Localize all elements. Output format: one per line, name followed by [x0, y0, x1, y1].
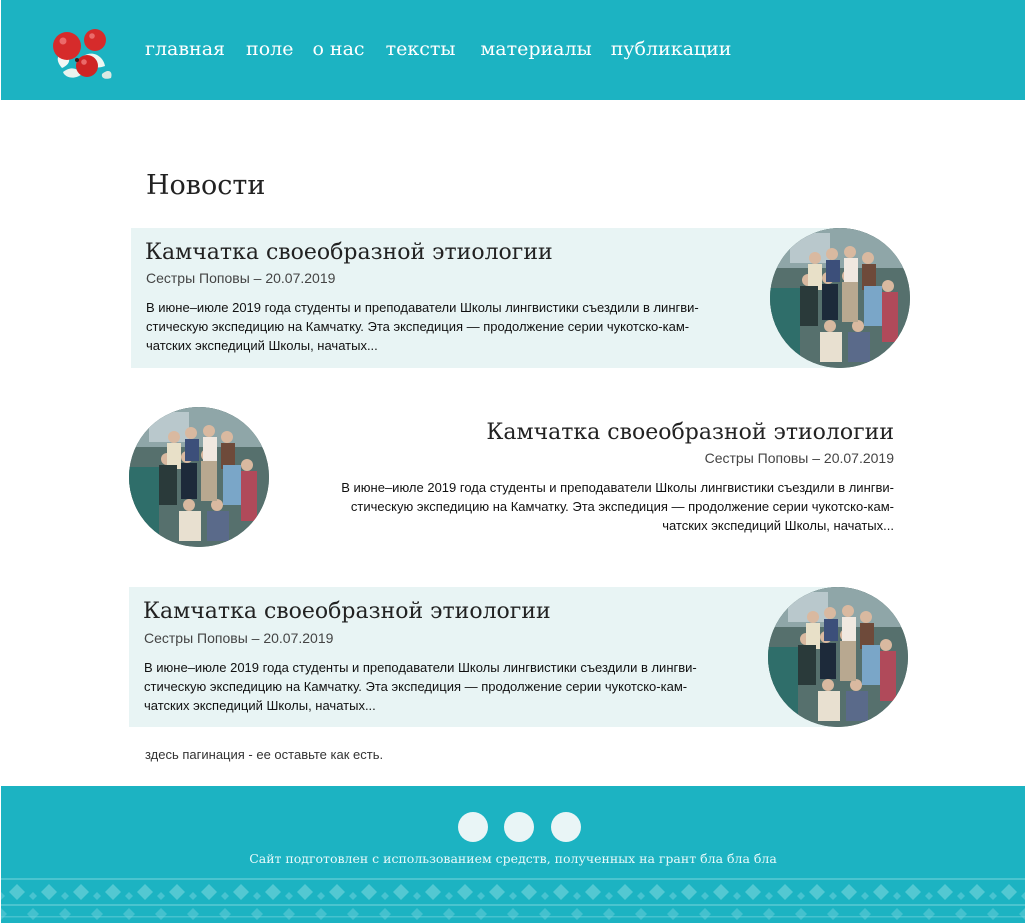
excerpt-line: В июне–июле 2019 года студенты и препода…	[341, 480, 894, 495]
news-meta: Сестры Поповы – 20.07.2019	[144, 630, 334, 646]
news-meta: Сестры Поповы – 20.07.2019	[704, 450, 894, 466]
site-header: главная поле о нас тексты материалы публ…	[1, 0, 1025, 100]
news-meta: Сестры Поповы – 20.07.2019	[146, 270, 336, 286]
news-card[interactable]: Камчатка своеобразной этиологии Сестры П…	[290, 407, 894, 547]
excerpt-line: стическую экспедицию на Камчатку. Эта эк…	[350, 499, 894, 514]
nav-item-about[interactable]: о нас	[312, 38, 364, 60]
excerpt-line: чатских экспедиций Школы, начатых...	[662, 518, 894, 533]
ornament-pattern-icon	[1, 878, 1025, 923]
excerpt-line: чатских экспедиций Школы, начатых...	[144, 698, 376, 713]
excerpt-line: чатских экспедиций Школы, начатых...	[146, 338, 378, 353]
nav-item-materials[interactable]: материалы	[480, 38, 591, 60]
news-excerpt: В июне–июле 2019 года студенты и препода…	[146, 298, 736, 355]
nav-item-home[interactable]: главная	[145, 38, 225, 60]
nav-item-publications[interactable]: публикации	[611, 38, 732, 60]
excerpt-line: стическую экспедицию на Камчатку. Эта эк…	[146, 319, 690, 334]
news-title[interactable]: Камчатка своеобразной этиологии	[143, 599, 551, 624]
excerpt-line: стическую экспедицию на Камчатку. Эта эк…	[144, 679, 688, 694]
nav-item-field[interactable]: поле	[246, 38, 293, 60]
news-title[interactable]: Камчатка своеобразной этиологии	[486, 420, 894, 445]
news-title[interactable]: Камчатка своеобразной этиологии	[145, 240, 553, 265]
site-footer: Сайт подготовлен с использованием средст…	[1, 786, 1025, 923]
news-photo[interactable]	[768, 587, 908, 727]
pagination: здесь пагинация - ее оставьте как есть.	[145, 747, 384, 762]
news-excerpt: В июне–июле 2019 года студенты и препода…	[304, 478, 894, 535]
news-card[interactable]: Камчатка своеобразной этиологии Сестры П…	[131, 228, 841, 368]
social-icon-1[interactable]	[458, 812, 488, 842]
news-photo[interactable]	[129, 407, 269, 547]
social-icon-2[interactable]	[504, 812, 534, 842]
news-photo[interactable]	[770, 228, 910, 368]
excerpt-line: В июне–июле 2019 года студенты и препода…	[146, 300, 699, 315]
social-icon-3[interactable]	[551, 812, 581, 842]
berries-logo-icon[interactable]	[47, 16, 117, 86]
nav-item-texts[interactable]: тексты	[386, 38, 456, 60]
page-title: Новости	[146, 170, 266, 201]
main-nav: главная поле о нас тексты материалы публ…	[145, 38, 751, 60]
news-excerpt: В июне–июле 2019 года студенты и препода…	[144, 658, 734, 715]
excerpt-line: В июне–июле 2019 года студенты и препода…	[144, 660, 697, 675]
footer-text: Сайт подготовлен с использованием средст…	[249, 851, 777, 866]
news-card[interactable]: Камчатка своеобразной этиологии Сестры П…	[129, 587, 839, 727]
